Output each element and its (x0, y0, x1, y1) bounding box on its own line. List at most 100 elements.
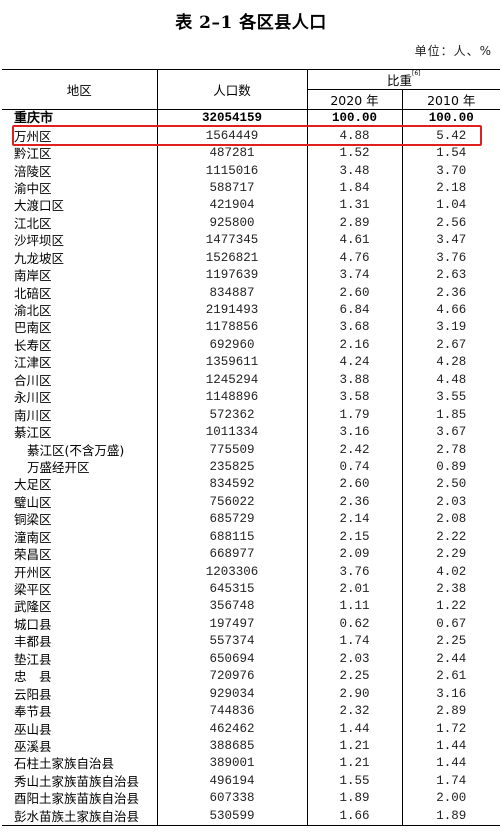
region-cell: 忠 县 (14, 669, 52, 685)
ratio-2010-cell: 2.63 (401, 266, 501, 285)
ratio-2020-cell: 2.25 (306, 668, 402, 686)
header-ratio-label: 比重 (387, 73, 413, 88)
ratio-2010-cell: 1.54 (401, 144, 501, 163)
population-cell: 668977 (156, 545, 307, 564)
ratio-2010-cell: 4.66 (401, 301, 501, 320)
table-row: 大足区 834592 2.60 2.50 (2, 476, 501, 494)
region-cell: 城口县 (14, 616, 52, 632)
table-row: 垫江县 650694 2.03 2.44 (2, 650, 501, 668)
table-row: 南川区 572362 1.79 1.85 (2, 406, 501, 424)
ratio-2020-cell: 2.90 (306, 685, 402, 703)
table-row: 城口县 197497 0.62 0.67 (2, 615, 501, 634)
population-cell: 389001 (156, 755, 307, 773)
region-cell: 重庆市 (14, 111, 54, 127)
ratio-2020-cell: 1.44 (306, 720, 402, 738)
ratio-2020-cell: 2.15 (306, 528, 402, 546)
population-cell: 388685 (156, 737, 307, 756)
table-row: 万州区 1564449 4.88 5.42 (2, 127, 501, 145)
population-cell: 1178856 (156, 319, 307, 337)
ratio-2020-cell: 1.21 (306, 755, 402, 773)
ratio-2010-cell: 2.38 (401, 580, 501, 599)
population-cell: 744836 (156, 702, 307, 721)
population-table: 地区 人口数 比重[6] 2020 年 2010 年 重庆市 32054159 10… (2, 69, 501, 826)
region-cell: 北碚区 (14, 285, 52, 301)
population-cell: 775509 (156, 441, 307, 459)
ratio-2020-cell: 2.89 (306, 214, 402, 233)
table-row: 綦江区 1011334 3.16 3.67 (2, 423, 501, 442)
ratio-2020-cell: 2.42 (306, 441, 402, 459)
region-cell: 南川区 (14, 407, 52, 423)
population-cell: 462462 (156, 720, 307, 738)
region-cell: 巫溪县 (14, 738, 52, 754)
ratio-2020-cell: 3.68 (306, 319, 402, 337)
population-cell: 929034 (156, 685, 307, 703)
ratio-2010-cell: 2.00 (401, 790, 501, 808)
ratio-2010-cell: 3.55 (401, 389, 501, 407)
table-row: 巫山县 462462 1.44 1.72 (2, 720, 501, 738)
ratio-2010-cell: 2.36 (401, 284, 501, 302)
ratio-2010-cell: 3.47 (401, 232, 501, 250)
ratio-2010-cell: 2.89 (401, 702, 501, 721)
region-cell: 綦江区(不含万盛) (27, 442, 125, 458)
table-row: 梁平区 645315 2.01 2.38 (2, 580, 501, 599)
region-cell: 丰都县 (14, 634, 52, 650)
region-cell: 大渡口区 (14, 198, 65, 214)
region-cell: 奉节县 (14, 704, 52, 720)
population-cell: 688115 (156, 528, 307, 546)
table-row: 涪陵区 1115016 3.48 3.70 (2, 162, 501, 180)
ratio-2020-cell: 2.32 (306, 702, 402, 721)
table-row: 开州区 1203306 3.76 4.02 (2, 563, 501, 581)
table-row: 大渡口区 421904 1.31 1.04 (2, 197, 501, 215)
table-row: 黔江区 487281 1.52 1.54 (2, 144, 501, 163)
table-row: 万盛经开区 235825 0.74 0.89 (2, 458, 501, 477)
table-row: 渝中区 588717 1.84 2.18 (2, 179, 501, 198)
ratio-2010-cell: 2.56 (401, 214, 501, 233)
table-row: 北碚区 834887 2.60 2.36 (2, 284, 501, 302)
ratio-2020-cell: 0.74 (306, 458, 402, 477)
ratio-2020-cell: 2.36 (306, 493, 402, 512)
region-cell: 九龙坡区 (14, 250, 65, 266)
ratio-2020-cell: 1.11 (306, 598, 402, 616)
population-cell: 834887 (156, 284, 307, 302)
population-cell: 1245294 (156, 371, 307, 389)
ratio-2020-cell: 3.48 (306, 162, 402, 180)
region-cell: 綦江区 (14, 425, 52, 441)
table-row: 合川区 1245294 3.88 4.48 (2, 371, 501, 389)
ratio-2020-cell: 1.74 (306, 633, 402, 651)
population-cell: 197497 (156, 615, 307, 634)
region-cell: 江津区 (14, 355, 52, 371)
ratio-2010-cell: 2.78 (401, 441, 501, 459)
population-cell: 1115016 (156, 162, 307, 180)
population-cell: 756022 (156, 493, 307, 512)
population-cell: 1526821 (156, 249, 307, 267)
header-population: 人口数 (156, 69, 307, 110)
population-cell: 1011334 (156, 423, 307, 442)
ratio-2010-cell: 3.67 (401, 423, 501, 442)
ratio-2010-cell: 2.29 (401, 545, 501, 564)
region-cell: 梁平区 (14, 582, 52, 598)
table-row: 酉阳土家族苗族自治县 607338 1.89 2.00 (2, 790, 501, 808)
ratio-2010-cell: 2.67 (401, 336, 501, 355)
region-cell: 彭水苗族土家族自治县 (2, 807, 157, 826)
population-cell: 692960 (156, 336, 307, 355)
region-cell: 永川区 (14, 390, 52, 406)
population-cell: 645315 (156, 580, 307, 599)
ratio-2010-cell: 0.89 (401, 458, 501, 477)
table-row: 潼南区 688115 2.15 2.22 (2, 528, 501, 546)
ratio-2020-cell: 1.84 (306, 179, 402, 198)
region-cell: 开州区 (14, 564, 52, 580)
table-row: 铜梁区 685729 2.14 2.08 (2, 511, 501, 529)
table-row: 永川区 1148896 3.58 3.55 (2, 389, 501, 407)
table-row: 丰都县 557374 1.74 2.25 (2, 633, 501, 651)
population-cell: 356748 (156, 598, 307, 616)
population-cell: 650694 (156, 650, 307, 668)
region-cell: 长寿区 (14, 337, 52, 353)
population-cell: 557374 (156, 633, 307, 651)
population-cell: 588717 (156, 179, 307, 198)
ratio-2010-cell: 1.44 (401, 737, 501, 756)
ratio-2020-cell: 1.89 (306, 790, 402, 808)
region-cell: 渝北区 (14, 303, 52, 319)
ratio-2010-cell: 2.22 (401, 528, 501, 546)
ratio-2010-cell: 4.02 (401, 563, 501, 581)
table-title: 表 2–1 各区县人口 (175, 13, 327, 33)
